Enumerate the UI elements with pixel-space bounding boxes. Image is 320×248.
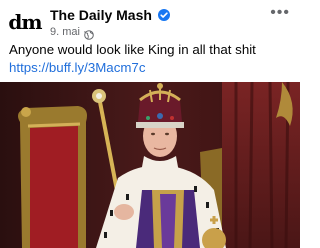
post-image[interactable] <box>0 82 300 248</box>
more-options-icon[interactable]: ••• <box>270 5 290 21</box>
king-portrait-image <box>0 82 300 248</box>
facebook-post: dm The Daily Mash 9. mai · ••• Anyone wo… <box>0 0 300 248</box>
avatar-logo-text: dm <box>8 10 42 34</box>
avatar[interactable]: dm <box>7 6 43 42</box>
page-name-link[interactable]: The Daily Mash <box>50 7 152 23</box>
post-meta: 9. mai · <box>50 26 87 38</box>
post-message: Anyone would look like King in all that … <box>9 41 294 77</box>
post-header: dm The Daily Mash 9. mai · ••• <box>0 0 300 42</box>
post-link[interactable]: https://buff.ly/3Macm7c <box>9 60 145 75</box>
post-message-text: Anyone would look like King in all that … <box>9 42 256 57</box>
verified-badge-icon <box>158 9 170 21</box>
post-date-link[interactable]: 9. mai <box>50 26 80 38</box>
